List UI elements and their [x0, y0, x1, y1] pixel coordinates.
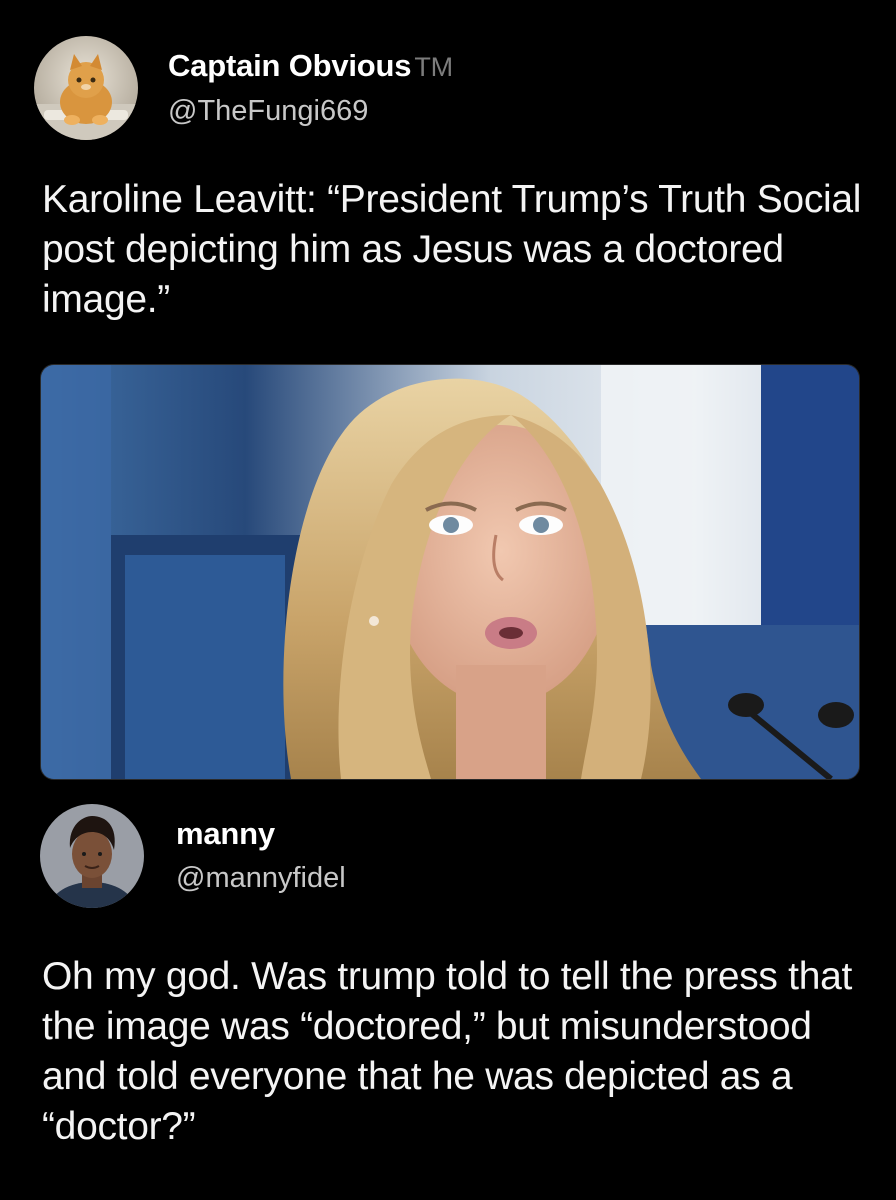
tweet1-header: Captain Obvious TM @TheFungi669 — [34, 36, 453, 140]
tweet1-trademark: TM — [414, 51, 453, 82]
tweet1-names: Captain Obvious TM @TheFungi669 — [168, 46, 453, 131]
tweet2-names: manny @mannyfidel — [176, 814, 346, 898]
tweet1-text: Karoline Leavitt: “President Trump’s Tru… — [42, 178, 862, 321]
tweet1-display-name[interactable]: Captain Obvious TM — [168, 46, 453, 87]
press-briefing-photo[interactable] — [40, 364, 860, 780]
tweet2-text: Oh my god. Was trump told to tell the pr… — [42, 955, 853, 1148]
person-avatar-icon[interactable] — [40, 804, 144, 908]
tweet1-handle[interactable]: @TheFungi669 — [168, 91, 453, 131]
tweet2-handle[interactable]: @mannyfidel — [176, 858, 346, 898]
cat-avatar-icon[interactable] — [34, 36, 138, 140]
tweet2-header: manny @mannyfidel — [34, 804, 346, 908]
tweet2-display-name[interactable]: manny — [176, 814, 346, 854]
